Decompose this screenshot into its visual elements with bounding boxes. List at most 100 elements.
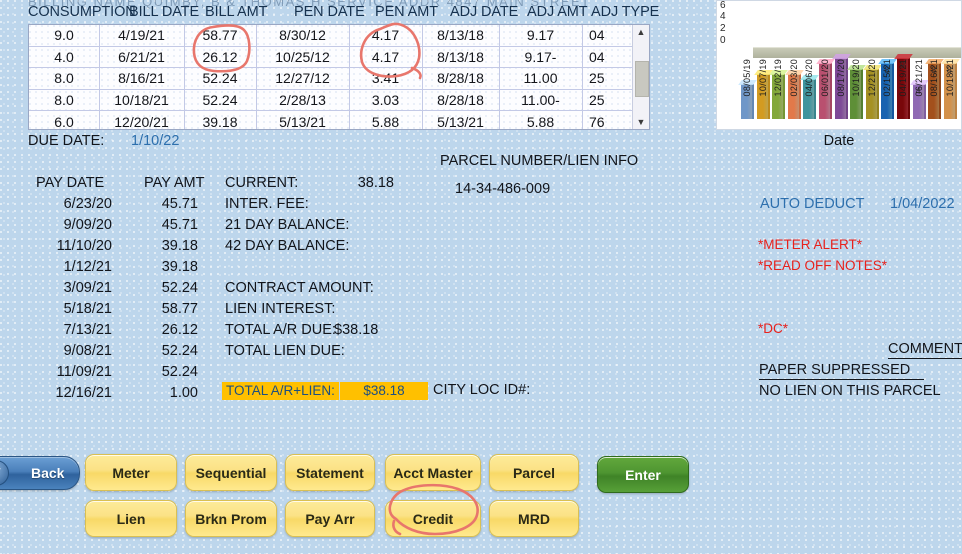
lien-button[interactable]: Lien	[85, 500, 177, 537]
cell-adj-amt: 5.88	[526, 113, 555, 130]
table-row[interactable]: 8.0 8/16/21 52.24 12/27/12 3.41 8/28/18 …	[29, 68, 649, 90]
scroll-up-arrow-icon[interactable]: ▲	[633, 25, 649, 39]
city-loc-id-label: CITY LOC ID#:	[433, 382, 531, 398]
chart-axis-title: Date	[823, 133, 855, 149]
y-axis-tick: 0	[720, 35, 726, 46]
balance-label: CONTRACT AMOUNT:	[225, 280, 374, 296]
billing-table: CONSUMPTION BILL DATE BILL AMT PEN DATE …	[0, 0, 662, 131]
brkn-prom-button[interactable]: Brkn Prom	[185, 500, 277, 537]
cell-pen-date: 2/28/13	[279, 92, 326, 109]
auto-deduct-label: AUTO DEDUCT	[760, 196, 865, 212]
pay-date: 11/09/21	[56, 364, 112, 380]
cell-adj-amt: 9.17-	[524, 48, 557, 65]
billing-table-header-row: CONSUMPTION BILL DATE BILL AMT PEN DATE …	[0, 4, 662, 24]
col-header-adj-type: ADJ TYPE	[591, 4, 660, 20]
enter-button[interactable]: Enter	[597, 456, 689, 493]
consumption-history-chart[interactable]: 6 4 2 0 89488 08/05/19 10/07/19 12/02/19 02…	[716, 0, 962, 130]
chart-x-tick-label: 10/19/20	[851, 59, 862, 97]
cell-adj-type: 25	[589, 92, 605, 109]
pay-date: 1/12/21	[63, 259, 112, 275]
pay-amt: 39.18	[161, 259, 198, 275]
parcel-button[interactable]: Parcel	[489, 454, 579, 491]
cell-consumption: 8.0	[54, 92, 74, 109]
col-header-adj-amt: ADJ AMT	[527, 4, 588, 20]
balance-label: 21 DAY BALANCE:	[225, 217, 350, 233]
meter-button[interactable]: Meter	[85, 454, 177, 491]
chart-x-tick-label: 12/21/20	[866, 59, 877, 97]
billing-table-grid[interactable]: 9.0 4/19/21 58.77 8/30/12 4.17 8/13/18 9…	[28, 24, 650, 130]
cell-adj-amt: 9.17	[526, 27, 555, 44]
cell-bill-amt: 52.24	[202, 70, 238, 87]
cell-consumption: 8.0	[54, 70, 74, 87]
col-header-consumption: CONSUMPTION	[28, 4, 136, 20]
cell-bill-amt: 52.24	[202, 92, 238, 109]
cell-bill-date: 8/16/21	[118, 70, 165, 87]
y-axis-tick: 2	[720, 23, 726, 34]
pay-amt: 52.24	[161, 343, 198, 359]
cell-pen-amt: 4.17	[371, 27, 400, 44]
col-header-pen-amt: PEN AMT	[375, 4, 438, 20]
balance-label: CURRENT:	[225, 175, 299, 191]
cell-pen-date: 5/13/21	[279, 113, 326, 130]
credit-button[interactable]: Credit	[385, 500, 481, 537]
chart-floor	[753, 47, 961, 58]
scroll-down-arrow-icon[interactable]: ▼	[633, 115, 649, 129]
pay-amt: 39.18	[161, 238, 198, 254]
lien-note: NO LIEN ON THIS PARCEL	[759, 383, 941, 399]
balance-value: $38.18	[334, 322, 379, 338]
cell-adj-type: 04	[589, 48, 605, 65]
chart-x-tick-label: 02/15/21	[882, 59, 893, 97]
table-row[interactable]: 8.0 10/18/21 52.24 2/28/13 3.03 8/28/18 …	[29, 90, 649, 112]
cell-pen-date: 8/30/12	[279, 27, 326, 44]
pay-amt-header: PAY AMT	[144, 175, 205, 191]
paper-suppressed: PAPER SUPPRESSED	[759, 362, 925, 380]
auto-deduct-date: 1/04/2022	[890, 196, 955, 212]
y-axis-tick: 6	[720, 0, 726, 11]
pay-date: 11/10/20	[56, 238, 112, 254]
col-header-bill-amt: BILL AMT	[205, 4, 268, 20]
cell-adj-type: 04	[589, 27, 605, 44]
chart-plot-area	[739, 1, 961, 58]
cell-adj-date: 5/13/21	[437, 113, 484, 130]
comments-label[interactable]: COMMENTS	[888, 341, 962, 359]
cell-bill-amt: 58.77	[202, 27, 238, 44]
chart-x-tick-label: 08/17/20	[835, 59, 846, 97]
cell-bill-date: 10/18/21	[114, 92, 169, 109]
sequential-button[interactable]: Sequential	[185, 454, 277, 491]
table-vertical-scrollbar[interactable]: ▲ ▼	[632, 25, 649, 129]
total-ar-lien-label: TOTAL A/R+LIEN:	[222, 382, 339, 400]
read-off-notes-note: *READ OFF NOTES*	[758, 258, 888, 273]
cell-pen-date: 10/25/12	[275, 48, 330, 65]
pay-date: 7/13/21	[63, 322, 112, 338]
balance-label: TOTAL LIEN DUE:	[225, 343, 345, 359]
chart-x-tick-label: 04/19/21	[898, 59, 908, 97]
cell-adj-amt: 11.00	[523, 70, 558, 87]
table-row[interactable]: 9.0 4/19/21 58.77 8/30/12 4.17 8/13/18 9…	[29, 25, 649, 47]
chart-x-tick-label: 10/07/19	[757, 59, 768, 97]
chart-x-tick-label: 06/01/20	[820, 59, 830, 97]
cell-pen-date: 12/27/12	[275, 70, 330, 87]
mrd-button[interactable]: MRD	[489, 500, 579, 537]
meter-alert-note: *METER ALERT*	[758, 237, 863, 252]
cell-adj-date: 8/13/18	[437, 48, 484, 65]
cell-pen-amt: 5.88	[371, 113, 400, 130]
pay-date: 5/18/21	[63, 301, 112, 317]
chart-x-tick-label: 02/03/20	[788, 59, 799, 97]
pay-arr-button[interactable]: Pay Arr	[285, 500, 375, 537]
acct-master-button[interactable]: Acct Master	[385, 454, 481, 491]
pay-date: 3/09/21	[63, 280, 112, 296]
parcel-heading: PARCEL NUMBER/LIEN INFO	[440, 153, 639, 169]
back-button[interactable]: ↺ Back	[0, 456, 80, 490]
pay-amt: 52.24	[161, 364, 198, 380]
table-row[interactable]: 6.0 12/20/21 39.18 5/13/21 5.88 5/13/21 …	[29, 111, 649, 130]
scrollbar-thumb[interactable]	[635, 61, 649, 97]
due-date-value[interactable]: 1/10/22	[131, 133, 179, 149]
cell-adj-type: 25	[589, 70, 605, 87]
cell-consumption: 4.0	[54, 48, 74, 65]
table-row[interactable]: 4.0 6/21/21 26.12 10/25/12 4.17 8/13/18 …	[29, 47, 649, 69]
statement-button[interactable]: Statement	[285, 454, 375, 491]
due-date-label: DUE DATE:	[28, 133, 105, 149]
pay-amt: 52.24	[161, 280, 198, 296]
dc-flag-note: *DC*	[758, 321, 789, 336]
back-arrow-icon: ↺	[0, 460, 9, 486]
